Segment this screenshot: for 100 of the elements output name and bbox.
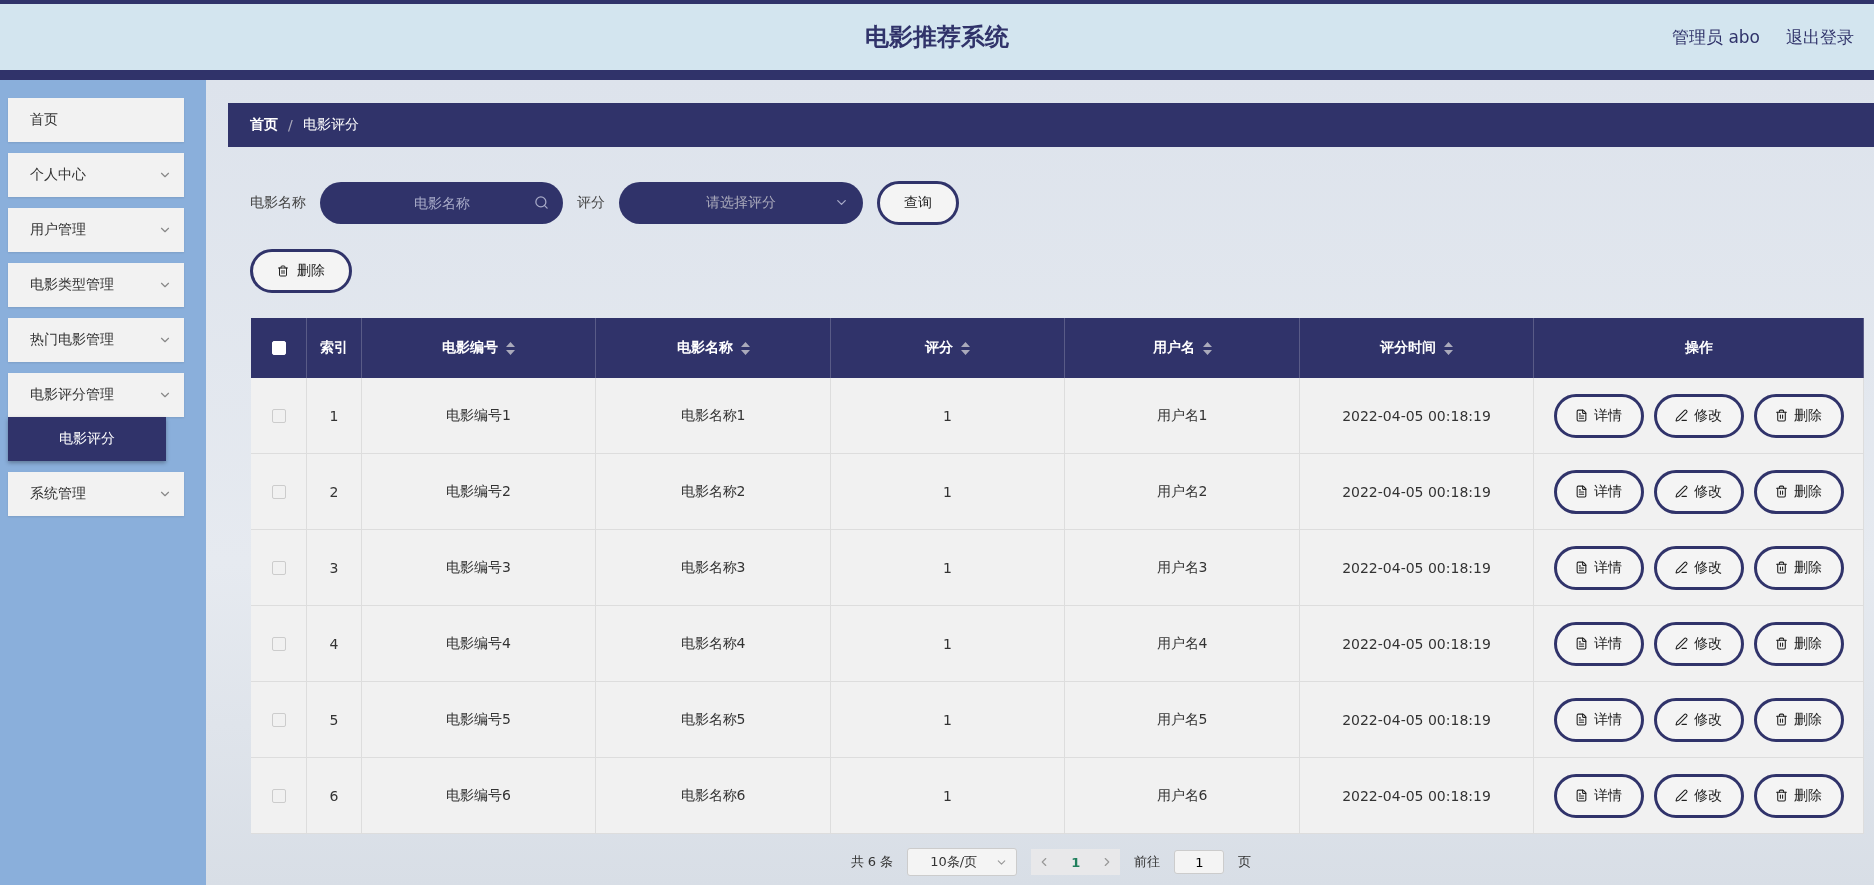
table-cell: 1	[831, 758, 1065, 834]
breadcrumb-item: 电影评分	[302, 116, 359, 134]
row-checkbox[interactable]	[271, 636, 286, 651]
column-header[interactable]: 电影编号	[362, 318, 596, 378]
sidebar-item[interactable]: 个人中心	[8, 153, 184, 197]
table-cell: 用户名3	[1065, 530, 1300, 606]
delete-button[interactable]: 删除	[1753, 621, 1844, 666]
sidebar-item[interactable]: 首页	[8, 98, 184, 142]
sort-icon[interactable]	[1202, 341, 1212, 355]
edit-button[interactable]: 修改	[1653, 773, 1744, 818]
detail-button[interactable]: 详情	[1553, 545, 1644, 590]
sidebar-item[interactable]: 热门电影管理	[8, 318, 184, 362]
query-button[interactable]: 查询	[877, 181, 959, 225]
goto-label: 前往	[1134, 853, 1161, 871]
table-cell: 1	[831, 530, 1065, 606]
breadcrumb-separator: /	[288, 117, 293, 133]
column-header[interactable]: 电影名称	[596, 318, 831, 378]
sort-icon[interactable]	[740, 341, 750, 355]
column-header: 操作	[1534, 318, 1864, 378]
row-checkbox[interactable]	[271, 560, 286, 575]
table-cell: 电影编号1	[362, 378, 596, 454]
detail-button[interactable]: 详情	[1553, 469, 1644, 514]
table-cell: 用户名6	[1065, 758, 1300, 834]
table-cell: 电影编号4	[362, 606, 596, 682]
row-checkbox[interactable]	[271, 712, 286, 727]
table-cell: 2022-04-05 00:18:19	[1300, 682, 1534, 758]
table-cell: 2022-04-05 00:18:19	[1300, 530, 1534, 606]
row-checkbox[interactable]	[271, 408, 286, 423]
breadcrumb-item[interactable]: 首页	[250, 116, 278, 134]
edit-button[interactable]: 修改	[1653, 621, 1744, 666]
row-checkbox[interactable]	[271, 788, 286, 803]
column-header[interactable]: 用户名	[1065, 318, 1300, 378]
score-select[interactable]: 请选择评分	[619, 182, 863, 224]
table-cell: 用户名2	[1065, 454, 1300, 530]
table-cell: 电影名称1	[596, 378, 831, 454]
sort-icon[interactable]	[961, 341, 970, 355]
sidebar-item[interactable]: 系统管理	[8, 472, 184, 516]
edit-button[interactable]: 修改	[1653, 469, 1744, 514]
table-cell: 用户名5	[1065, 682, 1300, 758]
delete-button[interactable]: 删除	[1753, 773, 1844, 818]
table-cell: 5	[307, 682, 362, 758]
sidebar-item[interactable]: 电影类型管理	[8, 263, 184, 307]
sidebar-item[interactable]: 用户管理	[8, 208, 184, 252]
detail-button[interactable]: 详情	[1553, 393, 1644, 438]
pencil-icon	[1675, 561, 1688, 574]
delete-button[interactable]: 删除	[1753, 697, 1844, 742]
pencil-icon	[1675, 713, 1688, 726]
table-cell: 6	[307, 758, 362, 834]
search-field[interactable]: 电影名称	[320, 182, 563, 224]
table-cell: 电影名称5	[596, 682, 831, 758]
edit-button[interactable]: 修改	[1653, 393, 1744, 438]
field-label: 评分	[577, 194, 605, 212]
field-label: 电影名称	[250, 194, 306, 212]
sort-icon[interactable]	[1444, 341, 1453, 355]
column-header[interactable]: 评分	[831, 318, 1065, 378]
edit-button[interactable]: 修改	[1653, 697, 1744, 742]
total-count: 共 6 条	[850, 853, 894, 871]
user-name: 管理员 abo	[1672, 25, 1760, 49]
table-cell: 3	[307, 530, 362, 606]
delete-button[interactable]: 删除	[250, 249, 352, 293]
table-cell: 电影编号5	[362, 682, 596, 758]
table-cell: 1	[307, 378, 362, 454]
logout-link[interactable]: 退出登录	[1786, 25, 1854, 49]
trash-icon	[1775, 713, 1788, 726]
document-icon	[1575, 789, 1588, 802]
page-unit: 页	[1238, 853, 1252, 871]
pencil-icon	[1675, 789, 1688, 802]
trash-icon	[1775, 637, 1788, 650]
trash-icon	[277, 264, 289, 278]
document-icon	[1575, 561, 1588, 574]
goto-page-field[interactable]: 1	[1174, 850, 1225, 874]
delete-button[interactable]: 删除	[1753, 545, 1844, 590]
pencil-icon	[1675, 485, 1688, 498]
table-cell: 1	[831, 454, 1065, 530]
pencil-icon	[1675, 409, 1688, 422]
table-cell: 电影名称6	[596, 758, 831, 834]
page-number[interactable]: 1	[1065, 854, 1087, 870]
table-cell: 2022-04-05 00:18:19	[1300, 606, 1534, 682]
page-size-select[interactable]: 10条/页	[907, 848, 1018, 876]
table-cell: 2022-04-05 00:18:19	[1300, 454, 1534, 530]
table-cell: 1	[831, 682, 1065, 758]
detail-button[interactable]: 详情	[1553, 773, 1644, 818]
sidebar-subitem[interactable]: 电影评分	[8, 417, 166, 461]
edit-button[interactable]: 修改	[1653, 545, 1744, 590]
table-cell: 4	[307, 606, 362, 682]
delete-button[interactable]: 删除	[1753, 393, 1844, 438]
detail-button[interactable]: 详情	[1553, 621, 1644, 666]
detail-button[interactable]: 详情	[1553, 697, 1644, 742]
table-cell: 2022-04-05 00:18:19	[1300, 378, 1534, 454]
sort-icon[interactable]	[506, 341, 515, 355]
select-all-checkbox[interactable]	[271, 341, 286, 355]
table-cell: 电影编号6	[362, 758, 596, 834]
table-cell: 用户名1	[1065, 378, 1300, 454]
trash-icon	[1775, 485, 1788, 498]
sidebar-item[interactable]: 电影评分管理	[8, 373, 184, 417]
search-icon	[534, 195, 549, 210]
column-header[interactable]: 评分时间	[1300, 318, 1534, 378]
row-checkbox[interactable]	[271, 484, 286, 499]
trash-icon	[1775, 789, 1788, 802]
delete-button[interactable]: 删除	[1753, 469, 1844, 514]
